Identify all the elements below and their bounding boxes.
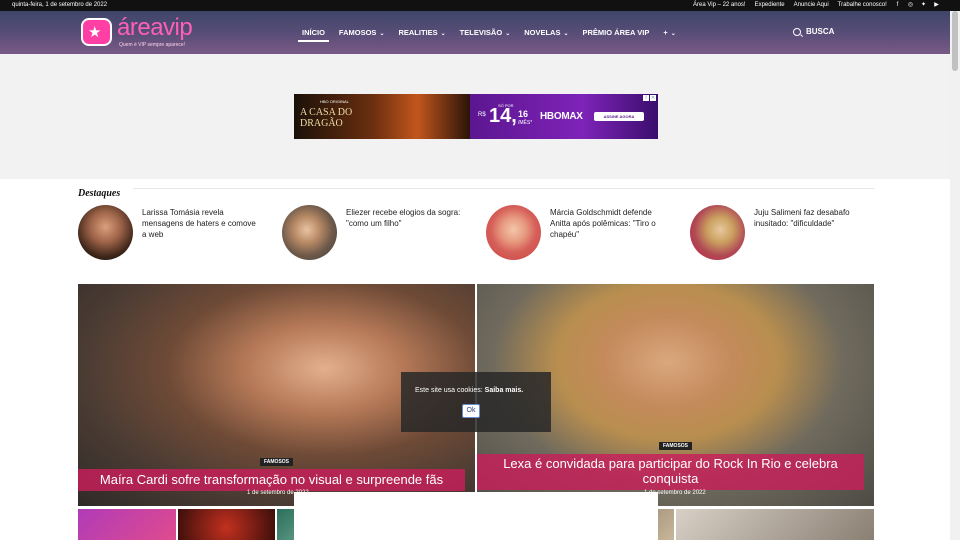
site-header: ★ áreavip Quem é VIP sempre aparece! INÍ… (0, 11, 960, 54)
category-badge[interactable]: FAMOSOS (659, 442, 693, 450)
chevron-down-icon: ⌄ (563, 31, 569, 37)
chevron-down-icon: ⌄ (379, 31, 385, 37)
nav-item-novelas[interactable]: NOVELAS ⌄ (524, 28, 568, 37)
section-divider (133, 188, 874, 189)
search-button[interactable]: BUSCA (793, 27, 834, 36)
nav-label: FAMOSOS (338, 28, 377, 37)
social-links: f ◎ ✦ ▶ (894, 2, 940, 9)
top-link-expediente[interactable]: Expediente (755, 2, 785, 8)
top-link-anniversary[interactable]: Área Vip – 22 anos! (693, 2, 746, 8)
cookie-notice: Este site usa cookies: Saiba mais. Ok (401, 372, 551, 432)
destaque-title[interactable]: Eliezer recebe elogios da sogra: "como u… (346, 207, 466, 229)
top-link-anuncie[interactable]: Anuncie Aqui (794, 2, 829, 8)
nav-item-inicio[interactable]: INÍCIO (298, 28, 329, 42)
article-thumbnail[interactable] (78, 509, 176, 540)
thumbnail-image[interactable] (78, 205, 133, 260)
logo-tagline: Quem é VIP sempre aparece! (119, 42, 186, 48)
article-thumbnail[interactable] (676, 509, 874, 540)
site-logo[interactable]: ★ áreavip Quem é VIP sempre aparece! (81, 14, 211, 49)
destaque-item[interactable]: Larissa Tomásia revela mensagens de hate… (78, 205, 268, 261)
current-date: quinta-feira, 1 de setembro de 2022 (12, 2, 108, 8)
cookie-text: Este site usa cookies: (415, 387, 483, 394)
page-scrollbar[interactable] (950, 11, 960, 540)
ad-left-panel: HBO ORIGINAL A CASA DO DRAGÃO (294, 94, 470, 139)
ad-zone: HBO ORIGINAL A CASA DO DRAGÃO SÓ POR R$ … (0, 54, 950, 179)
top-link-trabalhe[interactable]: Trabalhe conosco! (838, 2, 887, 8)
youtube-icon[interactable]: ▶ (933, 2, 940, 9)
top-links: Área Vip – 22 anos! Expediente Anuncie A… (693, 2, 887, 8)
ad-cents: 16 (518, 109, 529, 119)
close-icon[interactable]: ✕ (650, 95, 656, 101)
nav-item-realities[interactable]: REALITIES ⌄ (398, 28, 445, 37)
chevron-down-icon: ⌄ (505, 31, 511, 37)
destaque-item[interactable]: Juju Salimeni faz desabafo inusitado: "d… (690, 205, 880, 261)
nav-item-famosos[interactable]: FAMOSOS ⌄ (339, 28, 385, 37)
destaque-item[interactable]: Márcia Goldschmidt defende Anitta após p… (486, 205, 676, 261)
ad-title: A CASA DO DRAGÃO (300, 107, 352, 129)
ad-cta-button[interactable]: ASSINE AGORA (594, 112, 644, 121)
hbo-ad-banner[interactable]: HBO ORIGINAL A CASA DO DRAGÃO SÓ POR R$ … (294, 94, 658, 139)
nav-label: NOVELAS (524, 28, 561, 37)
ad-service-logo: HBOMAX (540, 111, 583, 122)
search-icon (793, 27, 801, 36)
logo-name: áreavip (117, 14, 193, 41)
main-nav: INÍCIO FAMOSOS ⌄ REALITIES ⌄ TELEVISÃO ⌄ NO… (298, 28, 690, 42)
nav-item-televisao[interactable]: TELEVISÃO ⌄ (460, 28, 511, 37)
destaque-title[interactable]: Juju Salimeni faz desabafo inusitado: "d… (754, 207, 874, 229)
thumbnail-image[interactable] (690, 205, 745, 260)
featured-headline[interactable]: Lexa é convidada para participar do Rock… (477, 454, 864, 490)
category-badge[interactable]: FAMOSOS (260, 458, 294, 466)
cookie-more-link[interactable]: Saiba mais. (485, 387, 524, 394)
thumbnail-image[interactable] (486, 205, 541, 260)
ad-currency: R$ (478, 112, 486, 118)
nav-label: INÍCIO (302, 28, 325, 37)
search-label: BUSCA (806, 27, 835, 36)
nav-label: REALITIES (398, 28, 438, 37)
ad-choices: i ✕ (643, 95, 656, 101)
nav-item-premio[interactable]: PRÊMIO ÁREA VIP (583, 28, 650, 37)
ad-title-line1: A CASA DO (300, 107, 353, 118)
ad-brand: HBO ORIGINAL (320, 99, 349, 104)
ad-price: 14, (489, 105, 517, 127)
nav-item-more[interactable]: + ⌄ (663, 28, 675, 37)
ad-title-line2: DRAGÃO (300, 118, 343, 129)
ad-per-month: /MÊS* (518, 120, 533, 126)
star-logo-icon: ★ (81, 18, 112, 46)
cookie-message: Este site usa cookies: Saiba mais. (415, 387, 523, 394)
destaque-title[interactable]: Larissa Tomásia revela mensagens de hate… (142, 207, 262, 240)
chevron-down-icon: ⌄ (440, 31, 446, 37)
cookie-ok-button[interactable]: Ok (462, 404, 480, 418)
scrollbar-thumb[interactable] (952, 11, 958, 71)
ad-info-icon[interactable]: i (643, 95, 649, 101)
nav-label: TELEVISÃO (459, 28, 503, 37)
article-thumbnail[interactable] (178, 509, 275, 540)
chevron-down-icon: ⌄ (670, 31, 676, 37)
destaques-section: Destaques Larissa Tomásia revela mensage… (78, 183, 874, 260)
featured-headline[interactable]: Maíra Cardi sofre transformação no visua… (78, 469, 465, 491)
destaque-title[interactable]: Márcia Goldschmidt defende Anitta após p… (550, 207, 670, 240)
bottom-ad-placeholder (294, 492, 658, 540)
nav-label: + (663, 28, 668, 37)
ad-right-panel: SÓ POR R$ 14, 16 /MÊS* HBOMAX ASSINE AGO… (470, 94, 658, 139)
nav-label: PRÊMIO ÁREA VIP (582, 28, 650, 37)
section-heading: Destaques (78, 188, 121, 199)
destaque-item[interactable]: Eliezer recebe elogios da sogra: "como u… (282, 205, 472, 261)
twitter-icon[interactable]: ✦ (920, 2, 927, 9)
thumbnail-image[interactable] (282, 205, 337, 260)
top-bar: quinta-feira, 1 de setembro de 2022 Área… (0, 0, 960, 11)
instagram-icon[interactable]: ◎ (907, 2, 914, 9)
facebook-icon[interactable]: f (894, 2, 901, 9)
